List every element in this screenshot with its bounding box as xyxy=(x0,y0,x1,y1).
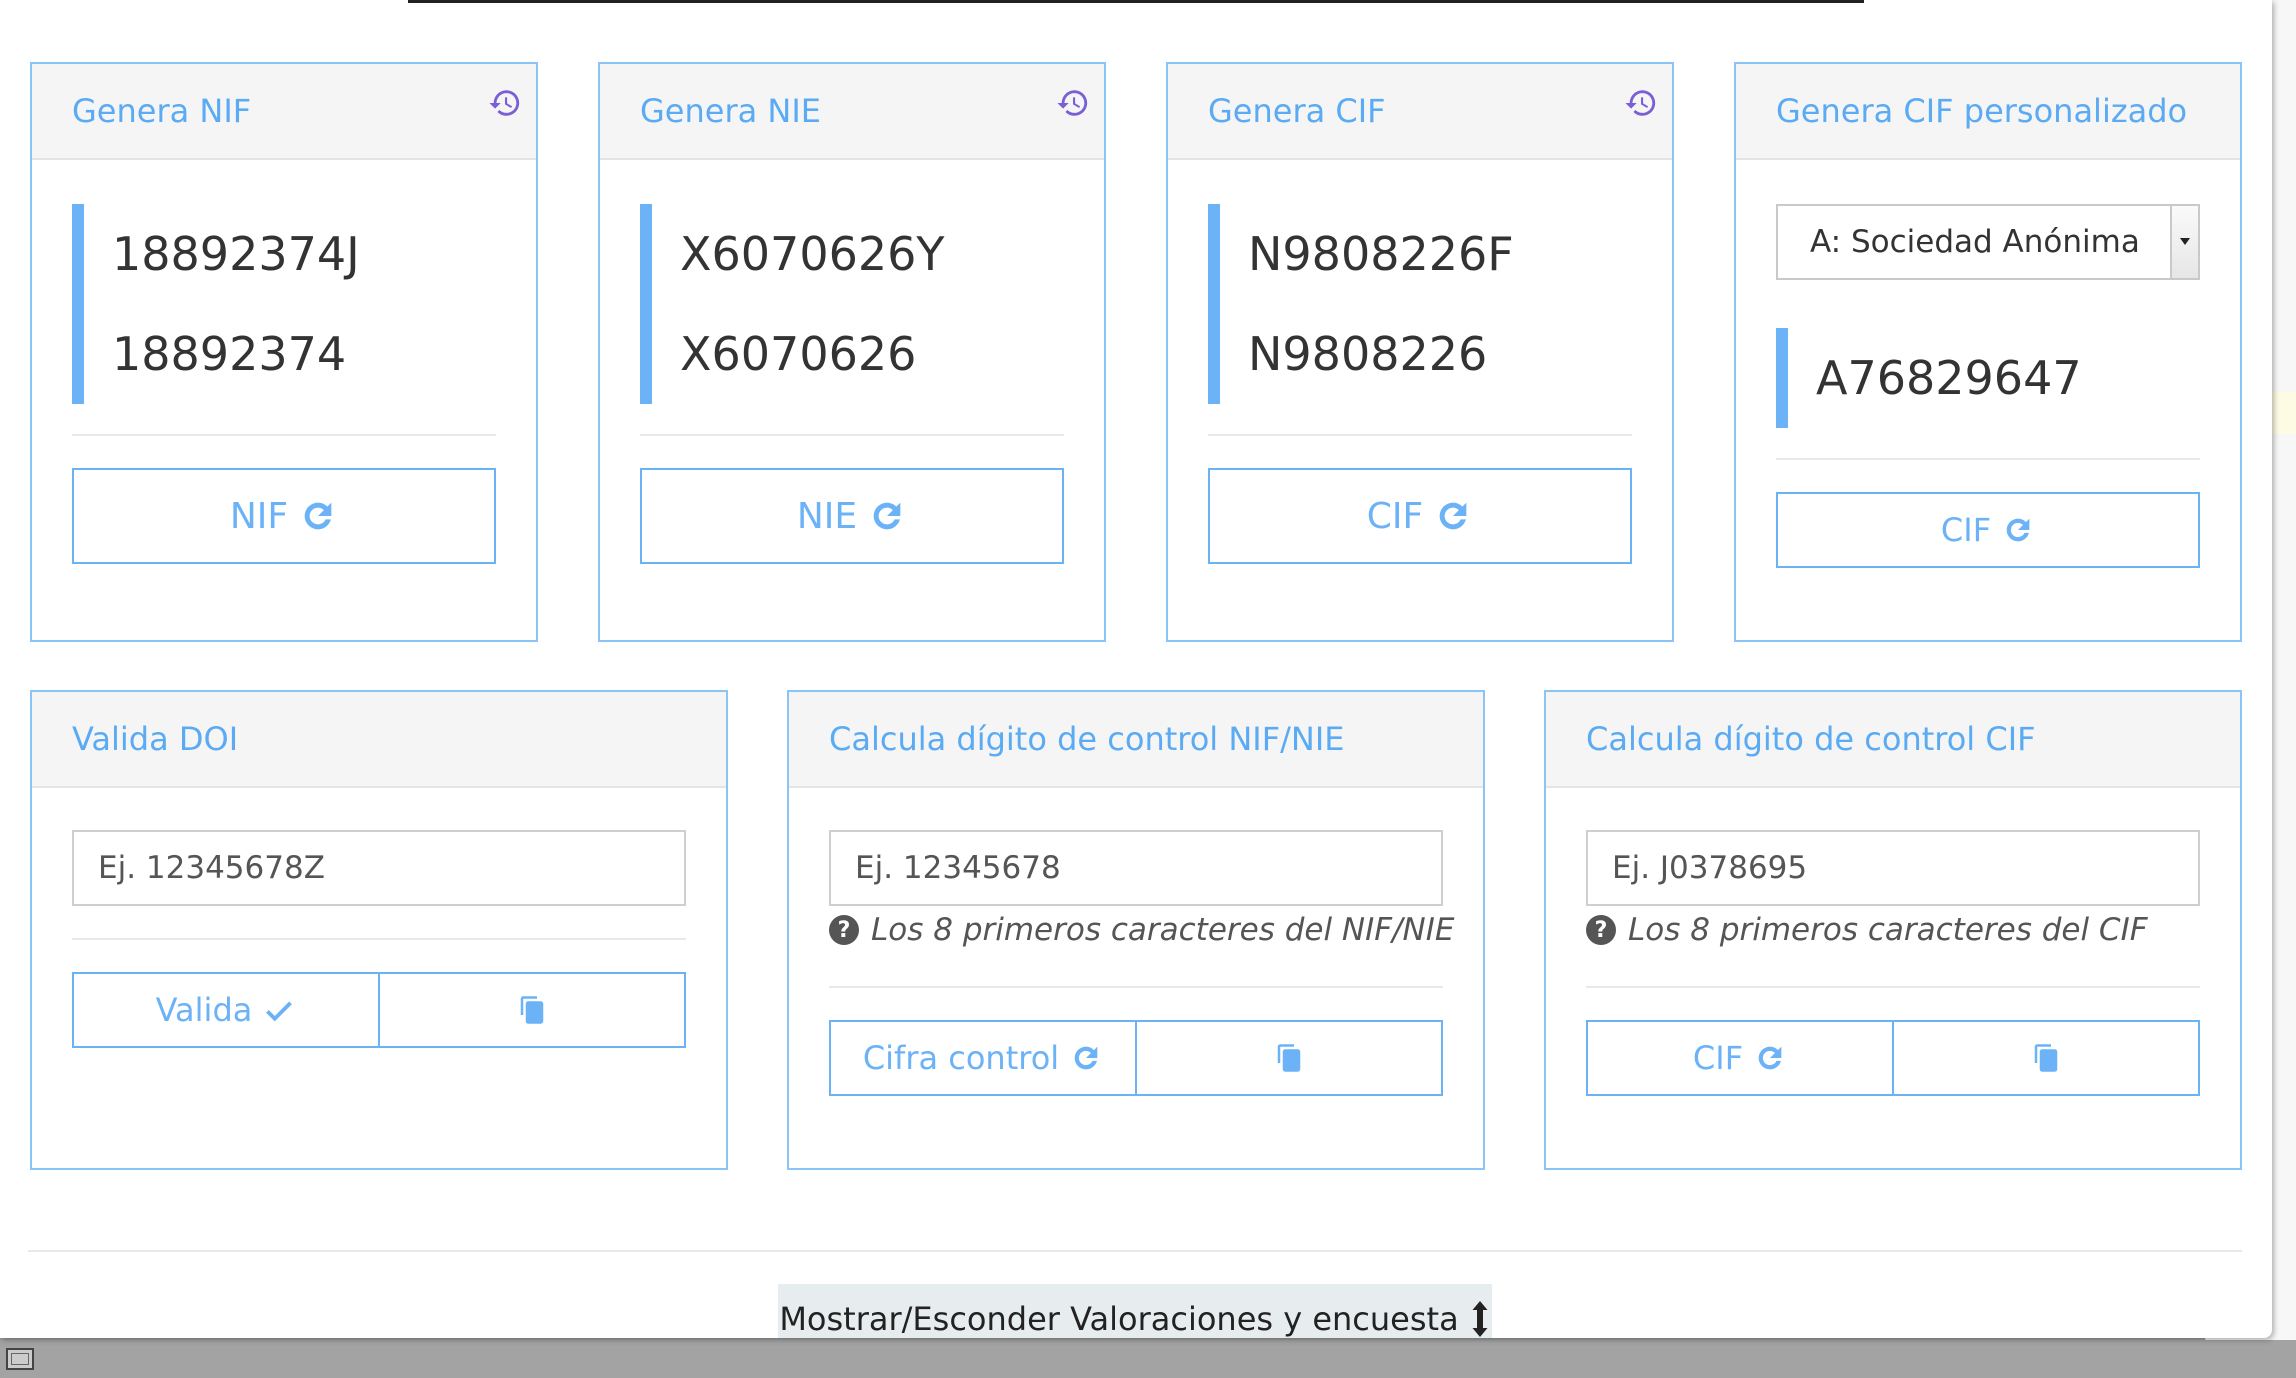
copy-button[interactable] xyxy=(1137,1020,1443,1096)
history-icon[interactable] xyxy=(488,86,522,120)
card-title: Valida DOI xyxy=(72,720,239,758)
input-hint: ? Los 8 primeros caracteres del NIF/NIE xyxy=(829,912,1454,948)
toggle-label: Mostrar/Esconder Valoraciones y encuesta xyxy=(779,1300,1459,1338)
generate-nif-button[interactable]: NIF xyxy=(72,468,496,564)
nif-full-value[interactable]: 18892374J xyxy=(112,204,360,304)
hint-text: Los 8 primeros caracteres del NIF/NIE xyxy=(871,912,1455,948)
card-genera-cif-personalizado: Genera CIF personalizado A: Sociedad Anó… xyxy=(1734,62,2242,642)
card-header: Genera CIF personalizado xyxy=(1736,64,2240,160)
card-title: Genera CIF xyxy=(1208,92,1386,130)
refresh-icon xyxy=(2006,518,2030,542)
nif-digits-input[interactable] xyxy=(829,830,1443,906)
cif-digits-input[interactable] xyxy=(1586,830,2200,906)
refresh-icon xyxy=(304,502,332,530)
card-control-cif: Calcula dígito de control CIF ? Los 8 pr… xyxy=(1544,690,2242,1170)
card-genera-nie: Genera NIE X6070626Y X6070626 NIE xyxy=(598,62,1106,642)
cif-full-value[interactable]: N9808226F xyxy=(1248,204,1514,304)
hint-text: Los 8 primeros caracteres del CIF xyxy=(1628,912,2148,948)
button-label: Valida xyxy=(155,991,253,1029)
divider xyxy=(1208,434,1632,436)
divider xyxy=(829,986,1443,988)
cif-short-value[interactable]: N9808226 xyxy=(1248,304,1514,404)
check-icon xyxy=(266,1001,293,1022)
window-icon[interactable] xyxy=(6,1348,34,1370)
footer-divider xyxy=(28,1250,2242,1252)
divider xyxy=(1586,986,2200,988)
history-icon[interactable] xyxy=(1624,86,1658,120)
card-valida-doi: Valida DOI Valida xyxy=(30,690,728,1170)
button-label: NIE xyxy=(796,495,858,537)
result-block: N9808226F N9808226 xyxy=(1208,204,1514,404)
card-title: Genera CIF personalizado xyxy=(1776,92,2188,130)
divider xyxy=(1776,458,2200,460)
card-title: Calcula dígito de control CIF xyxy=(1586,720,2036,758)
toggle-ratings-survey-button[interactable]: Mostrar/Esconder Valoraciones y encuesta xyxy=(778,1284,1492,1338)
control-cif-button-group: CIF xyxy=(1586,1020,2200,1096)
history-icon[interactable] xyxy=(1056,86,1090,120)
generate-cif-button[interactable]: CIF xyxy=(1208,468,1632,564)
divider xyxy=(72,938,686,940)
button-label: CIF xyxy=(1366,495,1424,537)
card-header: Calcula dígito de control CIF xyxy=(1546,692,2240,788)
refresh-icon xyxy=(1074,1046,1098,1070)
vertical-arrows-icon xyxy=(1472,1301,1488,1337)
button-label: CIF xyxy=(1692,1039,1744,1077)
nif-short-value[interactable]: 18892374 xyxy=(112,304,360,404)
refresh-icon xyxy=(1439,502,1467,530)
copy-icon xyxy=(520,996,544,1024)
button-label: Cifra control xyxy=(862,1039,1060,1077)
card-genera-nif: Genera NIF 18892374J 18892374 NIF xyxy=(30,62,538,642)
validate-button[interactable]: Valida xyxy=(72,972,380,1048)
result-block: 18892374J 18892374 xyxy=(72,204,360,404)
card-header: Valida DOI xyxy=(32,692,726,788)
card-title: Genera NIF xyxy=(72,92,252,130)
result-block: X6070626Y X6070626 xyxy=(640,204,944,404)
top-divider xyxy=(408,0,1864,3)
card-header: Genera NIE xyxy=(600,64,1104,160)
question-icon: ? xyxy=(829,915,859,945)
compute-cif-control-button[interactable]: CIF xyxy=(1586,1020,1894,1096)
button-label: CIF xyxy=(1940,511,1992,549)
select-value: A: Sociedad Anónima xyxy=(1810,224,2140,260)
card-control-nif-nie: Calcula dígito de control NIF/NIE ? Los … xyxy=(787,690,1485,1170)
control-nif-button-group: Cifra control xyxy=(829,1020,1443,1096)
refresh-icon xyxy=(1758,1046,1782,1070)
chevron-down-icon[interactable] xyxy=(2170,206,2198,278)
background-strip xyxy=(0,1340,2296,1378)
copy-button[interactable] xyxy=(1894,1020,2200,1096)
input-hint: ? Los 8 primeros caracteres del CIF xyxy=(1586,912,2148,948)
generate-custom-cif-button[interactable]: CIF xyxy=(1776,492,2200,568)
divider xyxy=(640,434,1064,436)
card-header: Genera CIF xyxy=(1168,64,1672,160)
copy-icon xyxy=(1277,1044,1301,1072)
validate-button-group: Valida xyxy=(72,972,686,1048)
custom-cif-value[interactable]: A76829647 xyxy=(1816,328,2082,428)
compute-nif-control-button[interactable]: Cifra control xyxy=(829,1020,1137,1096)
generate-nie-button[interactable]: NIE xyxy=(640,468,1064,564)
card-genera-cif: Genera CIF N9808226F N9808226 CIF xyxy=(1166,62,1674,642)
doi-input[interactable] xyxy=(72,830,686,906)
refresh-icon xyxy=(873,502,901,530)
nie-full-value[interactable]: X6070626Y xyxy=(680,204,944,304)
button-label: NIF xyxy=(229,495,289,537)
result-block: A76829647 xyxy=(1776,328,2082,428)
copy-button[interactable] xyxy=(380,972,686,1048)
card-header: Genera NIF xyxy=(32,64,536,160)
question-icon: ? xyxy=(1586,915,1616,945)
company-type-select[interactable]: A: Sociedad Anónima xyxy=(1776,204,2200,280)
generator-panel: Genera NIF 18892374J 18892374 NIF Genera… xyxy=(0,0,2272,1338)
nie-short-value[interactable]: X6070626 xyxy=(680,304,944,404)
card-title: Genera NIE xyxy=(640,92,821,130)
card-title: Calcula dígito de control NIF/NIE xyxy=(829,720,1345,758)
divider xyxy=(72,434,496,436)
card-header: Calcula dígito de control NIF/NIE xyxy=(789,692,1483,788)
copy-icon xyxy=(2034,1044,2058,1072)
